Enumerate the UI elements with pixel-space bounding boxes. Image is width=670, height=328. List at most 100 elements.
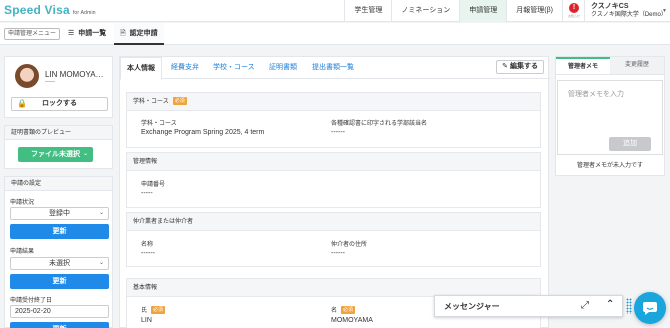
status-select[interactable]: 登録中 ⌄ xyxy=(10,207,109,220)
chat-bubble-icon xyxy=(643,302,657,315)
deadline-label: 申請受付終了日 xyxy=(10,298,53,304)
given-name-value: MOMOYAMA xyxy=(331,317,373,324)
nav-nomination[interactable]: ノミネーション xyxy=(391,0,459,22)
application-number-value: ----- xyxy=(141,190,153,197)
brand-logo[interactable]: Speed Visa for Admin xyxy=(4,3,96,17)
status-update-button[interactable]: 更新 xyxy=(10,224,109,239)
lock-icon: 🔒 xyxy=(17,99,27,108)
printed-name-value: ------ xyxy=(331,129,345,136)
chevron-down-icon: ▼ xyxy=(662,8,667,14)
surname-value: LIN xyxy=(141,317,152,324)
management-section-title: 管理情報 xyxy=(127,153,540,171)
user-organization: クスノキ国際大学（Demo） xyxy=(591,12,667,18)
main-panel: 本人情報 経費支弁 学校・コース 証明書類 提出書類一覧 ✎ 編集する 学科・コ… xyxy=(119,56,550,328)
required-badge: 必須 xyxy=(341,306,356,314)
course-value: Exchange Program Spring 2025, 4 term xyxy=(141,129,265,136)
file-select-label: ファイル未選択 xyxy=(31,151,80,158)
brand-subtitle: for Admin xyxy=(72,10,96,16)
course-section: 学科・コース 必須 学科・コース Exchange Program Spring … xyxy=(126,92,541,148)
memo-textarea[interactable]: 管理者メモを入力 追加 xyxy=(557,80,663,155)
top-header: Speed Visa for Admin 学生管理 ノミネーション 申請管理 月報… xyxy=(0,0,670,22)
expand-icon[interactable]: ⤢ xyxy=(581,300,589,311)
course-section-title-text: 学科・コース xyxy=(133,99,169,105)
deadline-update-button[interactable]: 更新 xyxy=(10,322,109,328)
result-select-value: 未選択 xyxy=(49,260,70,267)
memo-tabs: 管理者メモ 変更履歴 xyxy=(556,57,664,75)
admin-memo-panel: 管理者メモ 変更履歴 管理者メモを入力 追加 管理者メモが未入力です xyxy=(555,56,665,176)
nav-students[interactable]: 学生管理 xyxy=(344,0,391,22)
tab-application-list[interactable]: ☰ 申請一覧 xyxy=(68,23,106,45)
result-update-button[interactable]: 更新 xyxy=(10,274,109,289)
tab-submitted-documents[interactable]: 提出書類一覧 xyxy=(312,57,354,79)
edit-button[interactable]: ✎ 編集する xyxy=(496,60,544,74)
surname-label-text: 氏 xyxy=(141,308,148,314)
application-number-label: 申請番号 xyxy=(141,182,166,188)
result-label: 申請結果 xyxy=(10,249,35,255)
tab-certificates[interactable]: 証明書類 xyxy=(269,57,297,79)
settings-title: 申請の設定 xyxy=(5,177,112,191)
agent-name-label: 名称 xyxy=(141,242,154,248)
profile-name: LIN MOMOYA… xyxy=(45,70,104,79)
user-menu[interactable]: クスノキCS クスノキ国際大学（Demo） ▼ xyxy=(584,0,670,22)
pencil-icon: ✎ xyxy=(502,63,509,70)
lock-button[interactable]: 🔒 ロックする xyxy=(11,97,108,111)
drag-handle-icon[interactable] xyxy=(626,298,632,314)
sub-header: 申請管理メニュー ☰ 申請一覧 🗎 認定申請 xyxy=(0,23,670,45)
avatar xyxy=(15,64,39,88)
application-settings-panel: 申請の設定 申請状況 登録中 ⌄ 更新 申請結果 未選択 ⌄ 更新 申請受付終了… xyxy=(4,176,113,328)
chat-button[interactable] xyxy=(634,292,666,324)
course-label: 学科・コース xyxy=(141,121,177,127)
agent-address-value: ------ xyxy=(331,250,345,257)
lock-button-label: ロックする xyxy=(42,100,77,107)
nav-monthly-report[interactable]: 月報管理(β) xyxy=(506,0,562,22)
chevron-up-icon[interactable]: ⌃ xyxy=(606,299,614,310)
tab-change-history[interactable]: 変更履歴 xyxy=(610,57,664,74)
tab-certification-application[interactable]: 🗎 認定申請 xyxy=(114,23,164,45)
memo-placeholder: 管理者メモを入力 xyxy=(568,91,624,98)
agent-address-label: 仲介者の住所 xyxy=(331,242,368,248)
add-memo-button[interactable]: 追加 xyxy=(609,137,651,151)
course-section-title: 学科・コース 必須 xyxy=(127,93,540,111)
agent-name-value: ------ xyxy=(141,250,155,257)
chevron-down-icon: ⌄ xyxy=(98,210,104,216)
application-menu-button[interactable]: 申請管理メニュー xyxy=(4,28,61,40)
notification-button[interactable]: ! お知らせ xyxy=(562,0,584,22)
certificate-preview-panel: 証明書類のプレビュー ファイル未選択 ⌄ xyxy=(4,125,113,169)
result-select[interactable]: 未選択 ⌄ xyxy=(10,257,109,270)
required-badge: 必須 xyxy=(151,306,166,314)
agent-section-title: 仲介業者または仲介者 xyxy=(127,213,540,231)
edit-button-label: 編集する xyxy=(510,63,538,70)
memo-empty-text: 管理者メモが未入力です xyxy=(576,163,643,169)
preview-title: 証明書類のプレビュー xyxy=(5,126,112,140)
printed-name-label: 各種確認書に印字される学部該当名 xyxy=(331,121,428,127)
tab-admin-memo[interactable]: 管理者メモ xyxy=(556,57,610,74)
surname-label: 氏必須 xyxy=(141,305,166,314)
management-section: 管理情報 申請番号 ----- xyxy=(126,152,541,208)
file-select-dropdown[interactable]: ファイル未選択 ⌄ xyxy=(18,147,93,162)
nav-applications[interactable]: 申請管理 xyxy=(459,0,507,22)
list-icon: ☰ xyxy=(68,30,75,37)
document-icon: 🗎 xyxy=(120,30,126,37)
chevron-down-icon: ⌄ xyxy=(82,151,88,157)
deadline-date-input[interactable]: 2025-02-20 xyxy=(10,305,109,318)
alert-icon: ! xyxy=(569,3,579,13)
brand-name: Speed Visa xyxy=(4,3,70,17)
messenger-title: メッセンジャー xyxy=(444,302,500,311)
chevron-down-icon: ⌄ xyxy=(98,260,104,266)
tab-personal-info[interactable]: 本人情報 xyxy=(120,57,162,80)
profile-subtext: ----- xyxy=(45,79,55,85)
agent-section: 仲介業者または仲介者 名称 ------ 仲介者の住所 ------ xyxy=(126,212,541,267)
profile-card: LIN MOMOYA… ----- 🔒 ロックする xyxy=(4,56,113,118)
status-label: 申請状況 xyxy=(10,200,35,206)
detail-tabs: 本人情報 経費支弁 学校・コース 証明書類 提出書類一覧 ✎ 編集する xyxy=(120,57,550,80)
tab-school-course[interactable]: 学校・コース xyxy=(213,57,255,79)
tab-certification-label: 認定申請 xyxy=(129,30,158,37)
messenger-bar[interactable]: メッセンジャー ⤢ ⌃ xyxy=(434,295,623,317)
tab-application-list-label: 申請一覧 xyxy=(78,30,107,37)
tab-expenses[interactable]: 経費支弁 xyxy=(171,57,199,79)
status-select-value: 登録中 xyxy=(49,210,70,217)
top-nav: 学生管理 ノミネーション 申請管理 月報管理(β) ! お知らせ クスノキCS … xyxy=(344,0,670,22)
given-name-label: 名必須 xyxy=(331,305,356,314)
user-name: クスノキCS xyxy=(591,3,629,10)
notification-caption: お知らせ xyxy=(568,14,580,18)
